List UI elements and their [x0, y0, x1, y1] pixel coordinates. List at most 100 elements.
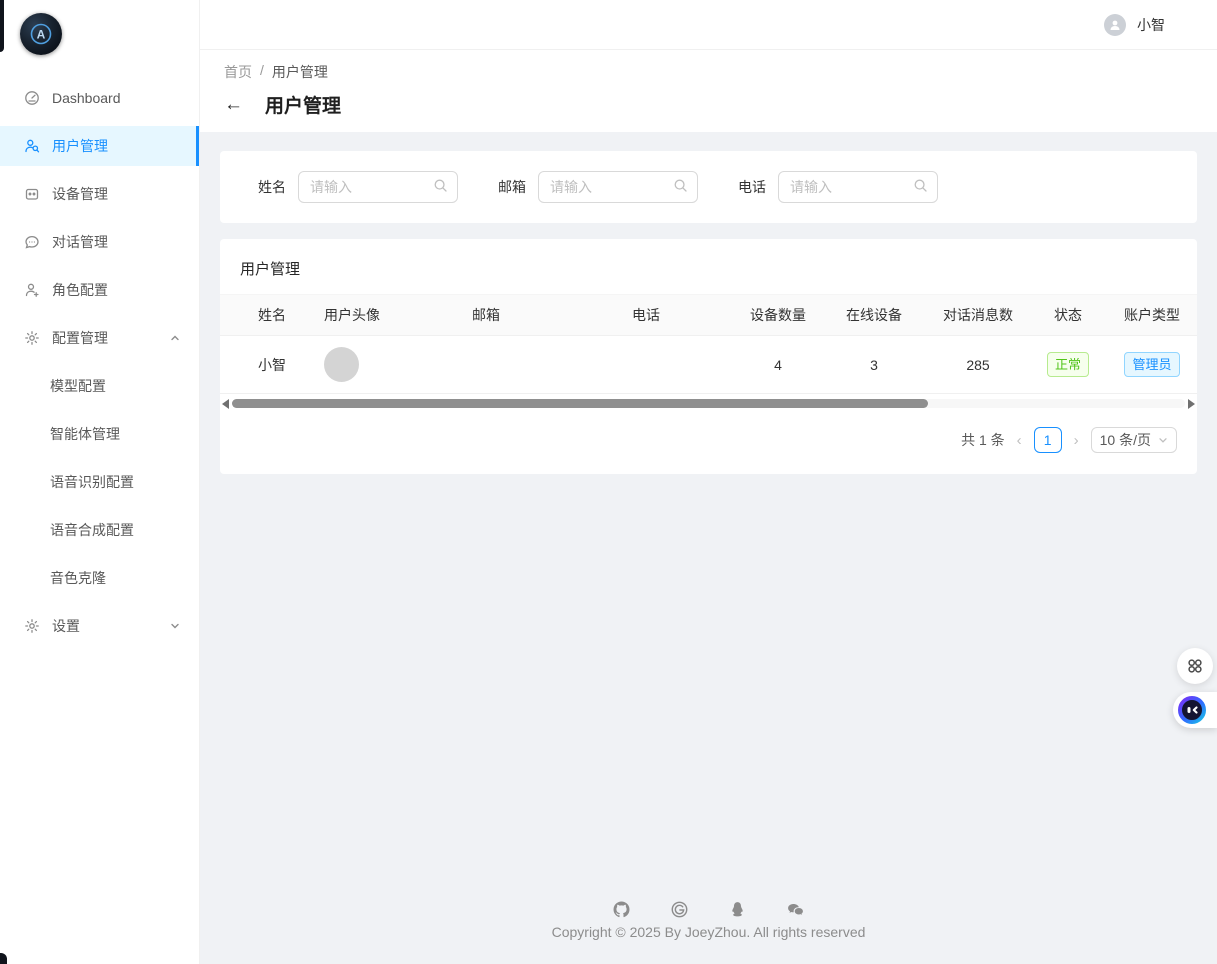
column-header-message-count: 对话消息数 — [922, 295, 1034, 336]
sidebar-subitem-voice-clone[interactable]: 音色克隆 — [0, 558, 199, 598]
status-badge: 正常 — [1047, 352, 1089, 377]
scrollbar-thumb[interactable] — [232, 399, 928, 408]
phone-search-input-wrap — [778, 171, 938, 203]
next-page-icon[interactable]: › — [1071, 433, 1082, 448]
svg-text:A: A — [37, 28, 46, 42]
sidebar-item-label: 设置 — [52, 616, 80, 636]
user-add-icon — [24, 282, 40, 298]
cell-message-count: 285 — [922, 336, 1034, 394]
grid-dots-icon — [1186, 657, 1204, 675]
sidebar-item-label: 设备管理 — [52, 184, 108, 204]
sidebar-item-label: 配置管理 — [52, 328, 108, 348]
logo-icon: A — [20, 13, 62, 55]
sidebar-subitem-agent-management[interactable]: 智能体管理 — [0, 414, 199, 454]
sidebar-item-config-management[interactable]: 配置管理 — [0, 318, 199, 358]
avatar[interactable] — [1104, 14, 1126, 36]
filter-label-name: 姓名 — [258, 177, 286, 197]
page-header: 首页 / 用户管理 ← 用户管理 — [200, 50, 1217, 132]
copyright-text: Copyright © 2025 By JoeyZhou. All rights… — [220, 924, 1197, 940]
sidebar-subitem-tts-config[interactable]: 语音合成配置 — [0, 510, 199, 550]
robot-face-icon — [1178, 696, 1206, 724]
pagination: 共 1 条 ‹ 1 › 10 条/页 — [220, 410, 1197, 474]
username[interactable]: 小智 — [1137, 15, 1165, 35]
sidebar-item-role-config[interactable]: 角色配置 — [0, 270, 199, 310]
user-table: 姓名 用户头像 邮箱 电话 设备数量 在线设备 对话消息数 状态 账户类型 — [220, 294, 1197, 394]
account-type-badge: 管理员 — [1124, 352, 1179, 377]
filter-label-email: 邮箱 — [498, 177, 526, 197]
column-header-account-type: 账户类型 — [1102, 295, 1197, 336]
search-icon[interactable] — [913, 178, 928, 196]
sidebar-item-conversation-management[interactable]: 对话管理 — [0, 222, 199, 262]
sidebar-menu: Dashboard 用户管理 设备管理 — [0, 64, 199, 646]
device-icon — [24, 186, 40, 202]
sidebar-subitem-asr-config[interactable]: 语音识别配置 — [0, 462, 199, 502]
filter-group-name: 姓名 — [258, 171, 458, 203]
footer-social-icons — [220, 900, 1197, 919]
sidebar-subitem-label: 智能体管理 — [50, 424, 120, 444]
table-scroll-area: 姓名 用户头像 邮箱 电话 设备数量 在线设备 对话消息数 状态 账户类型 — [220, 294, 1197, 394]
page-size-value: 10 条/页 — [1100, 430, 1151, 450]
filter-label-phone: 电话 — [738, 177, 766, 197]
column-header-phone: 电话 — [624, 295, 730, 336]
widget-grid-button[interactable] — [1177, 648, 1213, 684]
breadcrumb: 首页 / 用户管理 — [224, 62, 1193, 82]
sidebar-subitem-label: 语音识别配置 — [50, 472, 134, 492]
sidebar-item-device-management[interactable]: 设备管理 — [0, 174, 199, 214]
wechat-icon[interactable] — [786, 900, 805, 919]
ai-assistant-button[interactable] — [1173, 692, 1217, 728]
back-arrow-icon[interactable]: ← — [224, 95, 243, 114]
name-search-input[interactable] — [310, 179, 433, 195]
filter-group-phone: 电话 — [738, 171, 938, 203]
qq-icon[interactable] — [728, 900, 747, 919]
horizontal-scrollbar — [222, 397, 1195, 410]
column-header-online-devices: 在线设备 — [826, 295, 922, 336]
gitee-icon[interactable] — [670, 900, 689, 919]
chevron-down-icon — [1158, 435, 1168, 445]
chevron-down-icon — [169, 620, 181, 632]
search-icon[interactable] — [433, 178, 448, 196]
search-icon[interactable] — [673, 178, 688, 196]
user-avatar-image — [324, 347, 359, 382]
prev-page-icon[interactable]: ‹ — [1014, 433, 1025, 448]
window-edge-artifact-bottom — [0, 953, 7, 964]
footer: Copyright © 2025 By JoeyZhou. All rights… — [220, 900, 1197, 940]
current-page-button[interactable]: 1 — [1034, 427, 1062, 453]
cell-name: 小智 — [220, 336, 316, 394]
cell-email — [464, 336, 624, 394]
cell-device-count: 4 — [730, 336, 826, 394]
email-search-input[interactable] — [550, 179, 673, 195]
sidebar-item-label: 对话管理 — [52, 232, 108, 252]
content-area: 姓名 邮箱 电话 — [200, 132, 1217, 964]
github-icon[interactable] — [612, 900, 631, 919]
cell-status: 正常 — [1034, 336, 1102, 394]
column-header-device-count: 设备数量 — [730, 295, 826, 336]
sidebar-subitem-label: 模型配置 — [50, 376, 106, 396]
column-header-email: 邮箱 — [464, 295, 624, 336]
dashboard-icon — [24, 90, 40, 106]
scroll-right-arrow[interactable] — [1188, 399, 1195, 409]
column-header-avatar: 用户头像 — [316, 295, 464, 336]
column-header-name: 姓名 — [220, 295, 316, 336]
scrollbar-track[interactable] — [232, 399, 1185, 408]
column-header-status: 状态 — [1034, 295, 1102, 336]
sidebar-item-label: 角色配置 — [52, 280, 108, 300]
user-search-icon — [24, 138, 40, 154]
scroll-left-arrow[interactable] — [222, 399, 229, 409]
sidebar-item-dashboard[interactable]: Dashboard — [0, 78, 199, 118]
user-table-card: 用户管理 姓名 用户头像 邮箱 电话 设备数量 在线设备 — [220, 239, 1197, 474]
sidebar-item-user-management[interactable]: 用户管理 — [0, 126, 199, 166]
breadcrumb-home[interactable]: 首页 — [224, 62, 252, 82]
cell-online-devices: 3 — [826, 336, 922, 394]
topbar: 小智 — [200, 0, 1217, 50]
sidebar-subitem-label: 音色克隆 — [50, 568, 106, 588]
main-area: 小智 首页 / 用户管理 ← 用户管理 姓名 邮 — [200, 0, 1217, 964]
sidebar-subitem-model-config[interactable]: 模型配置 — [0, 366, 199, 406]
sidebar: A Dashboard 用户管理 — [0, 0, 200, 964]
app-logo[interactable]: A — [0, 0, 199, 64]
page-size-select[interactable]: 10 条/页 — [1091, 427, 1177, 453]
breadcrumb-current: 用户管理 — [272, 62, 328, 82]
window-edge-artifact-top — [0, 0, 4, 52]
sidebar-item-settings[interactable]: 设置 — [0, 606, 199, 646]
table-row[interactable]: 小智 4 3 285 正常 管理员 — [220, 336, 1197, 394]
phone-search-input[interactable] — [790, 179, 913, 195]
